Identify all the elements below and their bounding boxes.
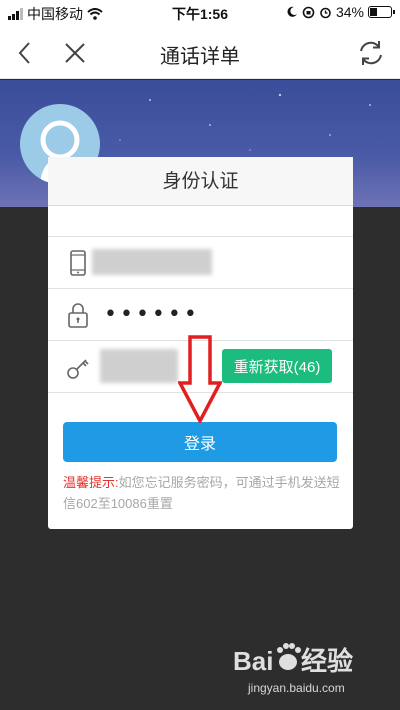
alarm-icon <box>320 7 331 18</box>
phone-row[interactable] <box>48 237 353 289</box>
tip-text: 温馨提示:如您忘记服务密码，可通过手机发送短信602至10086重置 <box>63 472 343 514</box>
refresh-icon <box>360 41 382 65</box>
svg-text:Bai: Bai <box>233 646 273 676</box>
chevron-left-icon <box>18 42 30 64</box>
status-right: 34% <box>286 4 395 20</box>
sms-code-field[interactable] <box>100 349 178 383</box>
phone-number-field[interactable] <box>92 249 212 275</box>
card-title: 身份认证 <box>48 157 353 206</box>
watermark: Bai 经验 jingyan.baidu.com <box>233 638 378 698</box>
card-spacer <box>48 206 353 237</box>
password-row[interactable]: •••••• <box>48 289 353 341</box>
phone-icon <box>70 250 86 276</box>
baidu-jingyan-logo: Bai 经验 jingyan.baidu.com <box>233 643 353 695</box>
lock-icon <box>68 303 88 328</box>
resend-code-button[interactable]: 重新获取(46) <box>222 349 332 383</box>
key-icon <box>67 359 89 379</box>
orientation-lock-icon <box>302 6 315 18</box>
tip-label: 温馨提示: <box>63 475 119 490</box>
refresh-button[interactable] <box>356 38 386 68</box>
svg-text:jingyan.baidu.com: jingyan.baidu.com <box>247 681 345 695</box>
password-field[interactable]: •••••• <box>104 302 200 327</box>
battery-percent: 34% <box>335 4 364 20</box>
back-button[interactable] <box>10 38 40 68</box>
moon-icon <box>287 6 297 17</box>
svg-text:经验: 经验 <box>301 646 353 676</box>
down-arrow-annotation <box>178 335 222 423</box>
close-button[interactable] <box>60 38 90 68</box>
close-icon <box>65 43 85 63</box>
battery-fill <box>370 8 377 16</box>
status-bar: 中国移动 下午1:56 34% <box>0 0 400 26</box>
nav-bar: 通话详单 <box>0 26 400 79</box>
login-button[interactable]: 登录 <box>63 422 337 462</box>
battery-icon <box>368 6 395 18</box>
